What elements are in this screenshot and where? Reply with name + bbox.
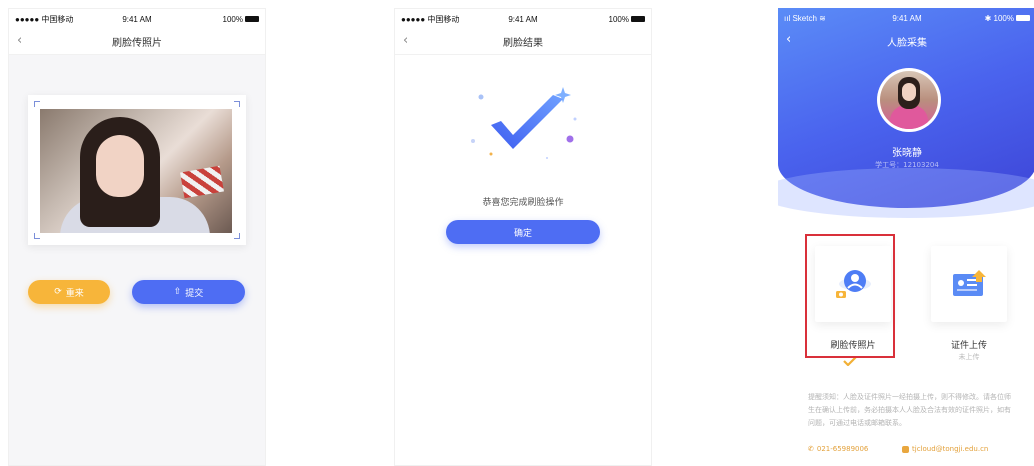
battery-label: 100%	[608, 14, 629, 24]
submit-button[interactable]: ⇧ 提交	[132, 280, 245, 304]
frame-corner-icon	[234, 101, 240, 107]
selection-highlight	[805, 234, 895, 358]
cert-status: 未上传	[958, 353, 980, 361]
success-message: 恭喜您完成刷脸操作	[482, 198, 564, 208]
frame-corner-icon	[34, 233, 40, 239]
avatar	[877, 68, 941, 132]
battery-label: 100%	[222, 14, 243, 24]
frame-corner-icon	[234, 233, 240, 239]
certificate-tile[interactable]	[931, 246, 1007, 322]
submit-label: 提交	[185, 288, 204, 299]
confirm-label: 确定	[513, 228, 532, 239]
back-icon[interactable]: ‹	[403, 33, 408, 48]
screen-face-photo: ●●●●● 中国移动 9:41 AM 100% ‹ 刷脸传照片 ⟳ 重来 ⇧ 提…	[8, 8, 266, 466]
back-icon[interactable]: ‹	[17, 33, 22, 48]
refresh-icon: ⟳	[54, 287, 62, 297]
carrier-label: ●●●●● 中国移动	[401, 14, 460, 24]
phone-icon: ✆	[808, 445, 814, 453]
battery-icon	[245, 16, 259, 23]
student-id: 学工号：12103204	[875, 161, 939, 169]
screen-face-collect: ııl Sketch ≋ 9:41 AM ✱ 100% ‹ 人脸采集 张晓静 学…	[778, 8, 1034, 466]
screen-face-result: ●●●●● 中国移动 9:41 AM 100% ‹ 刷脸结果 恭喜您完成刷脸操作…	[394, 8, 652, 466]
status-bar: ●●●●● 中国移动 9:41 AM 100%	[9, 9, 265, 29]
mail-icon	[902, 445, 909, 453]
status-bar: ııl Sketch ≋ 9:41 AM ✱ 100%	[778, 8, 1034, 28]
phone-number: 021-65989006	[816, 445, 869, 453]
carrier-label: ııl Sketch ≋	[784, 13, 826, 23]
face-photo	[40, 109, 232, 233]
photo-preview-card	[28, 95, 246, 245]
student-name: 张晓静	[892, 148, 922, 159]
nav-bar: ‹ 人脸采集	[778, 28, 1034, 54]
battery-label: 100%	[993, 13, 1014, 23]
frame-corner-icon	[34, 101, 40, 107]
page-title: 人脸采集	[887, 37, 927, 49]
back-icon[interactable]: ‹	[786, 32, 791, 47]
battery-indicator: 100%	[609, 15, 645, 24]
notice-text: 提醒须知：人脸及证件照片一经拍摄上传，则不得修改。请各位师生在确认上传前，务必拍…	[808, 393, 1011, 427]
success-check-icon	[471, 87, 577, 159]
nav-bar: ‹ 刷脸结果	[395, 29, 651, 55]
retake-button[interactable]: ⟳ 重来	[28, 280, 110, 304]
contact-phone[interactable]: ✆ 021-65989006	[808, 445, 868, 453]
cert-tile-label: 证件上传	[950, 341, 987, 351]
id-card-icon	[953, 270, 986, 296]
battery-indicator: ✱ 100%	[985, 14, 1030, 23]
nav-bar: ‹ 刷脸传照片	[9, 29, 265, 55]
page-title: 刷脸传照片	[112, 38, 162, 49]
confirm-button[interactable]: 确定	[446, 220, 600, 244]
retake-label: 重来	[65, 288, 84, 299]
page-title: 刷脸结果	[503, 38, 543, 49]
battery-icon	[631, 16, 645, 23]
carrier-label: ●●●●● 中国移动	[15, 14, 74, 24]
contact-email[interactable]: tjcloud@tongji.edu.cn	[902, 445, 988, 453]
upload-icon: ⇧	[173, 287, 182, 297]
battery-indicator: 100%	[223, 15, 259, 24]
email-address: tjcloud@tongji.edu.cn	[912, 445, 989, 453]
status-bar: ●●●●● 中国移动 9:41 AM 100%	[395, 9, 651, 29]
battery-icon	[1016, 15, 1030, 22]
